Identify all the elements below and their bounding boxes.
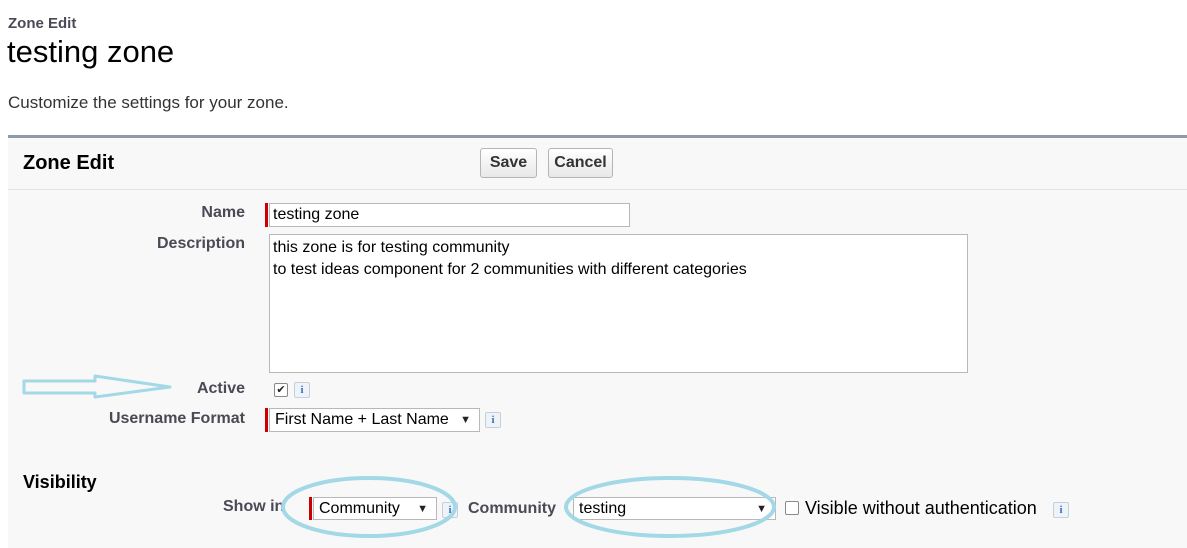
show-in-select[interactable]: Community ▼ [313,497,437,520]
username-format-select[interactable]: First Name + Last Name ▼ [269,408,480,432]
info-icon[interactable]: i [442,502,458,518]
chevron-down-icon: ▼ [460,414,471,426]
username-format-label: Username Format [108,410,245,427]
breadcrumb: Zone Edit [8,15,77,32]
name-label: Name [201,204,245,221]
show-in-label: Show in [223,498,285,515]
required-indicator [265,203,268,227]
info-icon[interactable]: i [485,412,501,428]
active-checkbox[interactable]: ✔ [274,383,288,397]
visible-without-auth-checkbox[interactable] [785,501,799,515]
name-input[interactable] [269,203,630,227]
visible-without-auth-label: Visible without authentication [805,498,1037,518]
community-select[interactable]: testing ▼ [573,497,776,520]
save-button[interactable]: Save [480,148,537,178]
chevron-down-icon: ▼ [417,502,428,515]
chevron-down-icon: ▼ [756,502,767,515]
description-label: Description [156,235,245,252]
username-format-value: First Name + Last Name [275,411,449,428]
description-textarea[interactable]: this zone is for testing community to te… [269,234,968,373]
required-indicator [309,497,312,520]
check-icon: ✔ [276,383,286,396]
visibility-section-title: Visibility [23,472,97,492]
info-icon[interactable]: i [294,382,310,398]
community-value: testing [579,499,627,517]
show-in-value: Community [319,499,400,517]
cancel-button[interactable]: Cancel [548,148,613,178]
panel-title: Zone Edit [23,152,115,174]
page-subtitle: Customize the settings for your zone. [8,93,289,112]
page-title: testing zone [7,34,175,69]
community-label: Community [468,500,556,517]
active-label: Active [196,380,245,397]
required-indicator [265,408,268,432]
info-icon[interactable]: i [1053,502,1069,518]
